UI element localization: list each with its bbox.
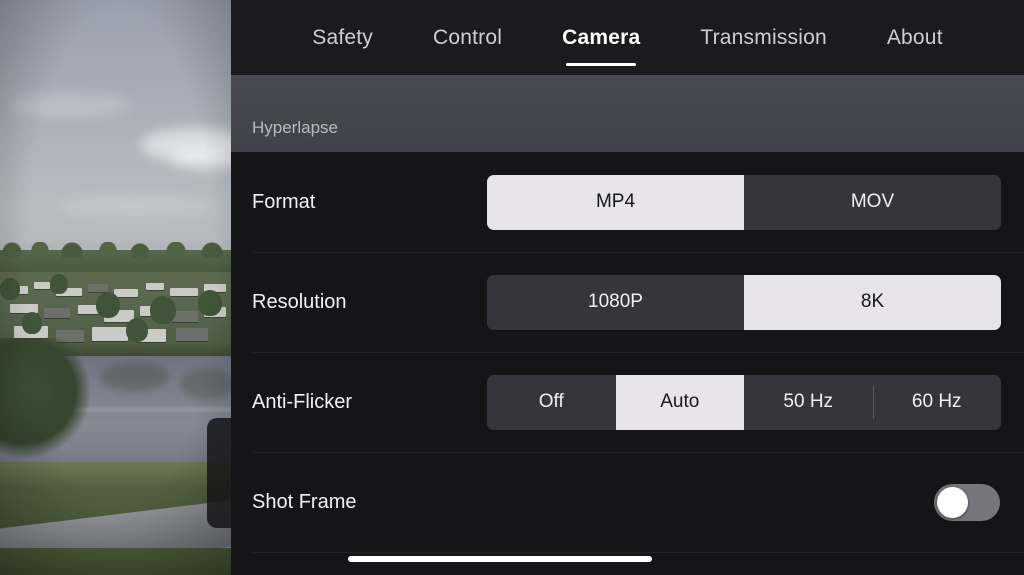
cloud [10, 92, 130, 118]
segment-label: 50 Hz [783, 391, 834, 412]
app-screen: Safety Control Camera Transmission About… [0, 0, 1024, 575]
format-segmented-control[interactable]: MP4 MOV [487, 174, 1001, 230]
settings-rows: Format MP4 MOV Resolution 1080P 8K Anti-… [231, 152, 1024, 575]
resolution-segmented-control[interactable]: 1080P 8K [487, 274, 1001, 330]
home-indicator[interactable] [348, 556, 652, 562]
tab-about[interactable]: About [857, 0, 973, 75]
setting-label: Shot Frame [252, 490, 357, 513]
setting-label: Anti-Flicker [252, 390, 353, 413]
tab-label: Camera [562, 25, 641, 49]
anti-flicker-option-auto[interactable]: Auto [615, 374, 744, 430]
tab-label: Safety [312, 25, 373, 49]
segment-label: 1080P [588, 291, 643, 312]
active-tab-underline [566, 63, 637, 66]
anti-flicker-option-60hz[interactable]: 60 Hz [872, 375, 1002, 430]
tab-control[interactable]: Control [403, 0, 532, 75]
camera-settings-panel: Safety Control Camera Transmission About… [231, 0, 1024, 575]
anti-flicker-option-off[interactable]: Off [487, 375, 616, 430]
tab-label: Control [433, 25, 503, 49]
cloud [170, 146, 240, 170]
tab-transmission[interactable]: Transmission [670, 0, 856, 75]
setting-row-shot-frame: Shot Frame [231, 452, 1024, 552]
resolution-option-1080p[interactable]: 1080P [487, 275, 744, 330]
segment-label: MOV [850, 191, 895, 212]
segment-label: MP4 [595, 191, 636, 212]
settings-tab-bar: Safety Control Camera Transmission About [231, 0, 1024, 75]
shot-frame-toggle[interactable] [934, 483, 1000, 521]
cloud [60, 196, 210, 216]
resolution-option-8k[interactable]: 8K [744, 274, 1001, 330]
tab-label: About [886, 25, 943, 49]
setting-row-format: Format MP4 MOV [231, 152, 1024, 252]
segment-label: Auto [660, 391, 700, 412]
grass-foreground [0, 548, 240, 575]
tab-camera[interactable]: Camera [532, 0, 670, 75]
setting-row-resolution: Resolution 1080P 8K [231, 252, 1024, 352]
tab-safety[interactable]: Safety [282, 0, 403, 75]
anti-flicker-segmented-control[interactable]: Off Auto 50 Hz 60 Hz [487, 374, 1002, 430]
setting-row-anti-flicker: Anti-Flicker Off Auto 50 Hz 60 Hz [231, 352, 1024, 452]
setting-label: Resolution [252, 290, 347, 313]
section-title: Hyperlapse [252, 118, 338, 137]
section-header-hyperlapse: Hyperlapse [231, 75, 1024, 152]
segment-label: 8K [860, 291, 885, 312]
tab-label: Transmission [700, 25, 827, 49]
segment-label: Off [538, 391, 564, 412]
format-option-mov[interactable]: MOV [744, 175, 1001, 230]
format-option-mp4[interactable]: MP4 [487, 174, 744, 230]
segment-label: 60 Hz [911, 391, 962, 412]
anti-flicker-option-50hz[interactable]: 50 Hz [744, 375, 873, 430]
setting-label: Format [252, 190, 316, 213]
foreground-trees [0, 338, 90, 458]
camera-live-view[interactable] [0, 0, 240, 575]
toggle-knob [937, 486, 968, 518]
